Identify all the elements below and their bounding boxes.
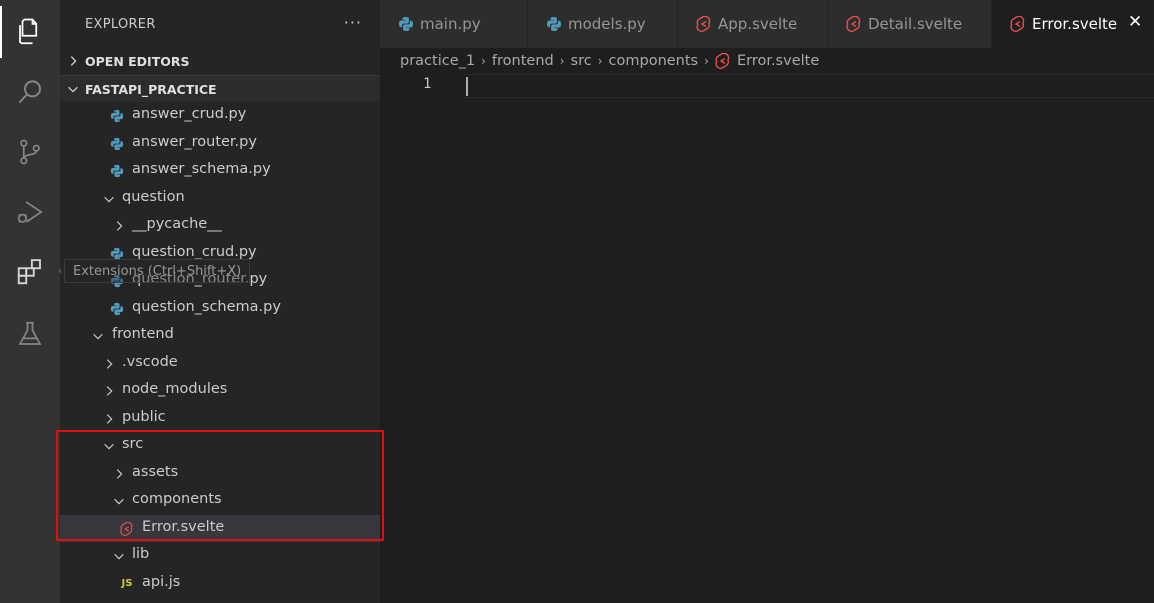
explorer-header: EXPLORER ··· (60, 0, 380, 48)
tree-item-label: __pycache__ (132, 216, 222, 232)
current-line-highlight (464, 74, 1154, 98)
svelte-file-icon (715, 53, 730, 69)
chevron-right-icon (116, 221, 123, 231)
svelte-file-icon (846, 16, 861, 32)
tree-item-label: question_crud.py (132, 243, 257, 260)
chevron-right-icon (106, 358, 113, 369)
python-file-icon (547, 17, 561, 31)
tree-item-answer-schema[interactable]: answer_schema.py (60, 157, 380, 185)
python-file-icon (109, 108, 125, 124)
svelte-file-icon (696, 16, 711, 32)
tab-error-svelte[interactable]: Error.svelte ✕ (992, 0, 1154, 48)
tree-item-lib-folder[interactable]: lib (60, 542, 380, 570)
tree-item-api-js[interactable]: JS api.js (60, 570, 380, 598)
source-control-icon[interactable] (0, 122, 60, 182)
python-file-icon (109, 136, 125, 152)
tooltip-pointer-icon: ‹ (58, 264, 63, 277)
tree-item-node-modules-folder[interactable]: node_modules (60, 377, 380, 405)
tree-item-label: node_modules (122, 381, 228, 397)
tree-item-frontend-folder[interactable]: frontend (60, 322, 380, 350)
breadcrumb-separator-icon: › (559, 54, 565, 68)
tree-item-question-folder[interactable]: question (60, 185, 380, 213)
text-cursor[interactable] (466, 77, 468, 96)
breadcrumb-separator-icon: › (481, 54, 486, 68)
extensions-icon[interactable] (0, 242, 60, 302)
project-label: FASTAPI_PRACTICE (85, 81, 217, 97)
breadcrumb-item-src[interactable]: src (571, 53, 592, 69)
tab-label: main.py (420, 15, 481, 33)
breadcrumb-separator-icon: › (704, 54, 709, 68)
search-icon[interactable] (0, 62, 60, 122)
javascript-file-icon: JS (121, 578, 133, 589)
breadcrumb-separator-icon: › (597, 54, 603, 68)
tree-item-label: .vscode (122, 353, 178, 370)
chevron-down-icon (114, 553, 124, 560)
breadcrumb-item-practice[interactable]: practice_1 (400, 53, 475, 69)
highlight-annotation-box (56, 430, 384, 541)
svelte-file-icon (1010, 16, 1025, 32)
tree-item-pycache-folder[interactable]: __pycache__ (60, 212, 380, 240)
tree-item-public-folder[interactable]: public (60, 405, 380, 433)
tree-item-answer-router[interactable]: answer_router.py (60, 130, 380, 158)
chevron-right-icon (70, 56, 77, 66)
python-file-icon (399, 17, 413, 31)
chevron-down-icon (68, 86, 78, 93)
tooltip-text: Extensions (Ctrl+Shift+X) (73, 263, 242, 279)
chevron-down-icon (93, 333, 103, 340)
tab-label: models.py (568, 15, 646, 33)
line-number: 1 (423, 76, 432, 92)
tab-label: App.svelte (718, 15, 798, 33)
tree-item-label: question (122, 188, 185, 205)
tree-item-label: answer_router.py (132, 133, 257, 150)
editor-tabs: main.py models.py App.svelte Detail.svel… (380, 0, 1154, 48)
more-actions-button[interactable]: ··· (344, 13, 362, 32)
activity-bar (0, 0, 60, 603)
breadcrumb-item-components[interactable]: components (609, 53, 699, 69)
close-tab-icon[interactable]: ✕ (1128, 12, 1142, 32)
testing-flask-icon[interactable] (0, 304, 60, 364)
explorer-icon[interactable] (0, 2, 60, 62)
tree-item-label: answer_schema.py (132, 161, 271, 177)
tab-main-py[interactable]: main.py (380, 0, 528, 48)
open-editors-label: OPEN EDITORS (85, 54, 190, 69)
extensions-tooltip: Extensions (Ctrl+Shift+X) (64, 259, 251, 283)
tree-item-vscode-folder[interactable]: .vscode (60, 350, 380, 378)
chevron-down-icon (104, 196, 114, 202)
tab-label: Detail.svelte (868, 15, 963, 33)
tree-item-label: answer_crud.py (132, 106, 247, 122)
breadcrumb-item-frontend[interactable]: frontend (492, 53, 554, 69)
breadcrumb-item-file[interactable]: Error.svelte (737, 53, 819, 69)
explorer-title: EXPLORER (85, 16, 156, 32)
chevron-right-icon (106, 413, 113, 424)
tab-label: Error.svelte (1032, 15, 1118, 33)
tree-item-label: api.js (142, 573, 181, 590)
tree-item-answer-crud[interactable]: answer_crud.py (60, 102, 380, 130)
python-file-icon (109, 163, 125, 179)
python-file-icon (109, 301, 125, 317)
tab-models-py[interactable]: models.py (528, 0, 678, 48)
tree-item-label: frontend (112, 326, 174, 342)
tree-item-label: question_schema.py (132, 298, 281, 315)
run-debug-icon[interactable] (0, 182, 60, 242)
tree-item-label: lib (132, 546, 150, 562)
project-section[interactable]: FASTAPI_PRACTICE (60, 75, 380, 102)
tab-detail-svelte[interactable]: Detail.svelte (828, 0, 992, 48)
chevron-right-icon (106, 386, 113, 396)
tree-item-label: public (122, 408, 166, 425)
breadcrumb: practice_1 › frontend › src › components… (380, 48, 1154, 74)
tab-app-svelte[interactable]: App.svelte (678, 0, 828, 48)
tree-item-question-schema[interactable]: question_schema.py (60, 295, 380, 323)
open-editors-section[interactable]: OPEN EDITORS (60, 48, 380, 75)
